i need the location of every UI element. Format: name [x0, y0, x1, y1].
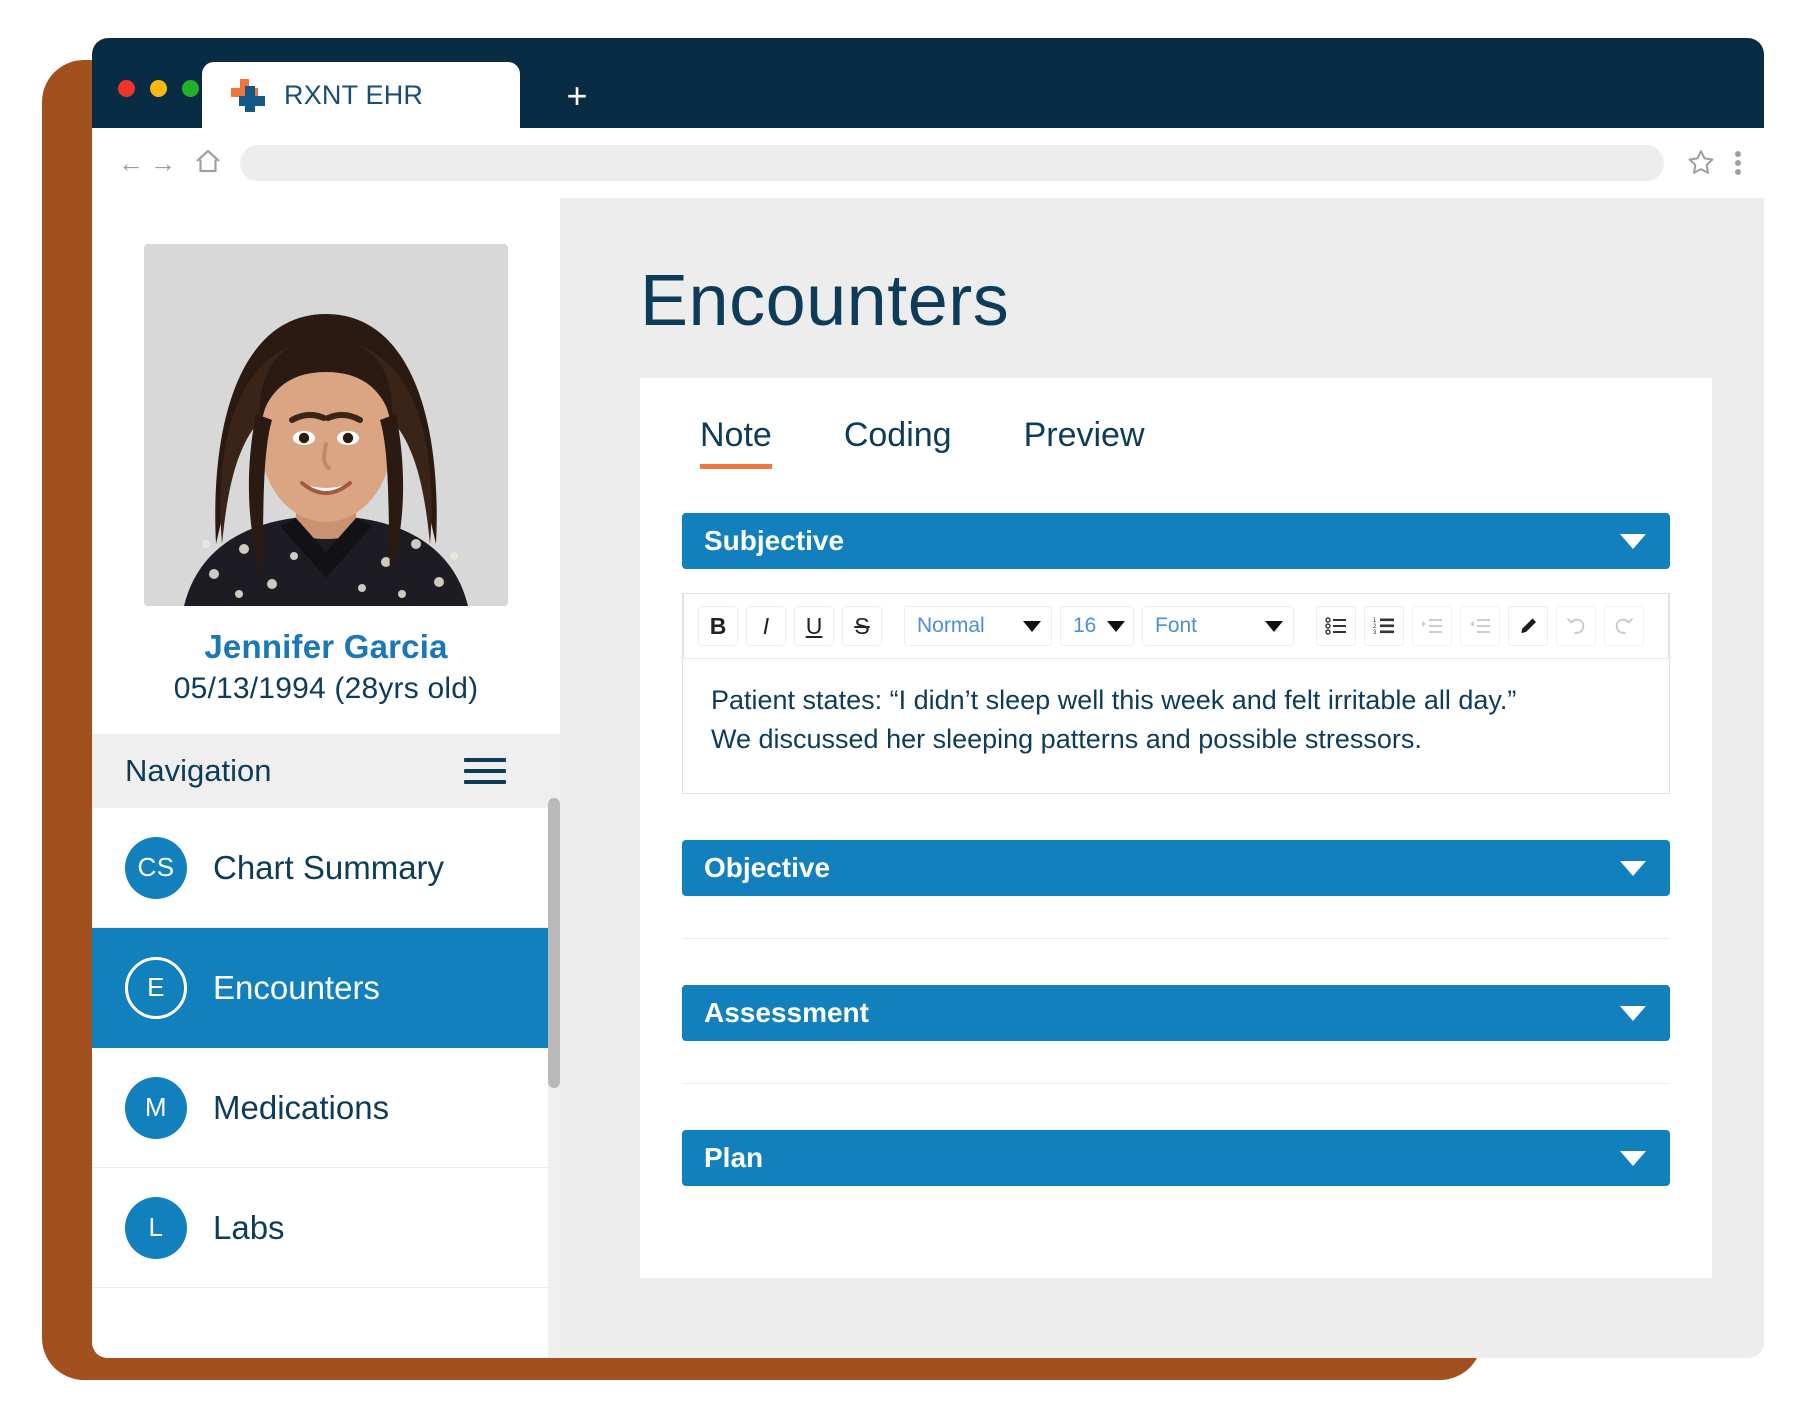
section-header-plan[interactable]: Plan — [682, 1130, 1670, 1187]
home-icon[interactable] — [194, 148, 222, 178]
section-label: Subjective — [704, 525, 845, 556]
patient-dob-age: 05/13/1994 (28yrs old) — [173, 672, 479, 705]
close-window-button[interactable] — [118, 80, 135, 97]
underline-button[interactable]: U — [794, 606, 834, 646]
section-label: Objective — [704, 852, 831, 884]
browser-titlebar: RXNT EHR + — [92, 38, 1764, 128]
section-divider — [682, 938, 1670, 940]
bold-button[interactable]: B — [698, 606, 738, 646]
outdent-button[interactable] — [1460, 606, 1500, 646]
bold-label: B — [709, 612, 727, 639]
address-bar-input[interactable] — [240, 144, 1664, 181]
medications-initials-icon: M — [125, 1076, 187, 1139]
section-label: Plan — [704, 1142, 764, 1174]
chevron-down-icon — [1265, 620, 1283, 632]
patient-sidebar: Jennifer Garcia 05/13/1994 (28yrs old) N… — [92, 198, 560, 1358]
chevron-down-icon[interactable] — [1620, 860, 1646, 876]
browser-toolbar-actions — [1686, 148, 1742, 177]
encounters-initials-icon: E — [125, 956, 187, 1019]
numbered-list-button[interactable]: 1 2 3 — [1364, 606, 1404, 646]
subjective-rich-text-editor: B I U S Normal 16 Font 1 2 3 Patient sta… — [682, 593, 1670, 795]
section-header-objective[interactable]: Objective — [682, 840, 1670, 897]
browser-tab-title: RXNT EHR — [284, 79, 424, 110]
chevron-down-icon — [1023, 620, 1041, 632]
sidebar-item-chart-summary[interactable]: CS Chart Summary — [92, 808, 560, 928]
bookmark-star-icon[interactable] — [1686, 148, 1716, 177]
section-label: Assessment — [704, 997, 869, 1029]
subjective-note-text[interactable]: Patient states: “I didn’t sleep well thi… — [683, 659, 1669, 794]
navigation-label: Navigation — [125, 753, 272, 788]
sidebar-item-labs[interactable]: L Labs — [92, 1168, 560, 1288]
sidebar-item-encounters[interactable]: E Encounters — [92, 928, 560, 1048]
chevron-down-icon[interactable] — [1620, 533, 1646, 549]
chevron-down-icon[interactable] — [1620, 1150, 1646, 1166]
note-line-1: Patient states: “I didn’t sleep well thi… — [711, 685, 1517, 715]
minimize-window-button[interactable] — [150, 80, 167, 97]
window-traffic-lights — [118, 80, 199, 97]
strikethrough-button[interactable]: S — [842, 606, 882, 646]
sidebar-item-label: Encounters — [213, 968, 380, 1006]
bullet-list-button[interactable] — [1316, 606, 1356, 646]
browser-menu-icon[interactable] — [1734, 149, 1742, 177]
font-size-select[interactable]: 16 — [1060, 606, 1134, 646]
hamburger-menu-icon[interactable] — [464, 758, 506, 784]
italic-label: I — [762, 612, 770, 639]
chevron-down-icon[interactable] — [1620, 1005, 1646, 1021]
sidebar-navigation-header: Navigation — [92, 734, 560, 808]
page-title: Encounters — [640, 261, 1010, 341]
new-tab-button[interactable]: + — [560, 78, 594, 114]
forward-arrow-icon[interactable]: → — [150, 150, 176, 176]
underline-label: U — [805, 612, 823, 639]
tab-preview[interactable]: Preview — [1024, 416, 1145, 469]
browser-tab-rxnt-ehr[interactable]: RXNT EHR — [202, 62, 520, 128]
sidebar-item-label: Chart Summary — [213, 848, 445, 886]
chart-summary-initials-icon: CS — [125, 836, 187, 899]
back-arrow-icon[interactable]: ← — [118, 150, 144, 176]
pen-button[interactable] — [1508, 606, 1548, 646]
svg-text:3: 3 — [1373, 630, 1377, 636]
sidebar-item-label: Labs — [213, 1208, 285, 1246]
main-panel: Encounters Note Coding Preview Subjectiv… — [560, 198, 1764, 1358]
undo-button[interactable] — [1556, 606, 1596, 646]
sidebar-scrollbar-thumb[interactable] — [548, 798, 560, 1088]
italic-button[interactable]: I — [746, 606, 786, 646]
font-size-value: 16 — [1073, 614, 1097, 637]
patient-name: Jennifer Garcia — [204, 628, 448, 665]
section-divider — [682, 1083, 1670, 1085]
redo-button[interactable] — [1604, 606, 1644, 646]
note-line-2: We discussed her sleeping patterns and p… — [711, 724, 1422, 755]
strikethrough-label: S — [854, 612, 870, 639]
editor-toolbar: B I U S Normal 16 Font 1 2 3 — [683, 593, 1669, 659]
sidebar-item-label: Medications — [213, 1088, 390, 1126]
app-content: Jennifer Garcia 05/13/1994 (28yrs old) N… — [92, 198, 1764, 1358]
indent-button[interactable] — [1412, 606, 1452, 646]
screenshot-stage: RXNT EHR + ← → Jennifer Garcia 05/13/199… — [0, 0, 1800, 1419]
font-family-value: Font — [1155, 614, 1198, 637]
maximize-window-button[interactable] — [182, 80, 199, 97]
labs-initials-icon: L — [125, 1196, 187, 1259]
tab-coding[interactable]: Coding — [844, 416, 952, 469]
tab-note[interactable]: Note — [700, 416, 772, 469]
rxnt-logo-icon — [228, 76, 266, 114]
patient-photo — [144, 244, 508, 606]
chevron-down-icon — [1107, 620, 1125, 632]
paragraph-style-value: Normal — [917, 614, 985, 637]
note-tabs: Note Coding Preview — [682, 416, 1670, 469]
font-family-select[interactable]: Font — [1142, 606, 1294, 646]
paragraph-style-select[interactable]: Normal — [904, 606, 1052, 646]
sidebar-item-medications[interactable]: M Medications — [92, 1048, 560, 1168]
browser-toolbar: ← → — [92, 128, 1764, 198]
browser-window: RXNT EHR + ← → Jennifer Garcia 05/13/199… — [92, 38, 1764, 1358]
section-header-assessment[interactable]: Assessment — [682, 985, 1670, 1042]
sidebar-nav-list: CS Chart Summary E Encounters M Medicati… — [92, 808, 560, 1288]
encounter-note-card: Note Coding Preview Subjective B I U S N… — [640, 378, 1712, 1278]
section-header-subjective[interactable]: Subjective — [682, 513, 1670, 569]
